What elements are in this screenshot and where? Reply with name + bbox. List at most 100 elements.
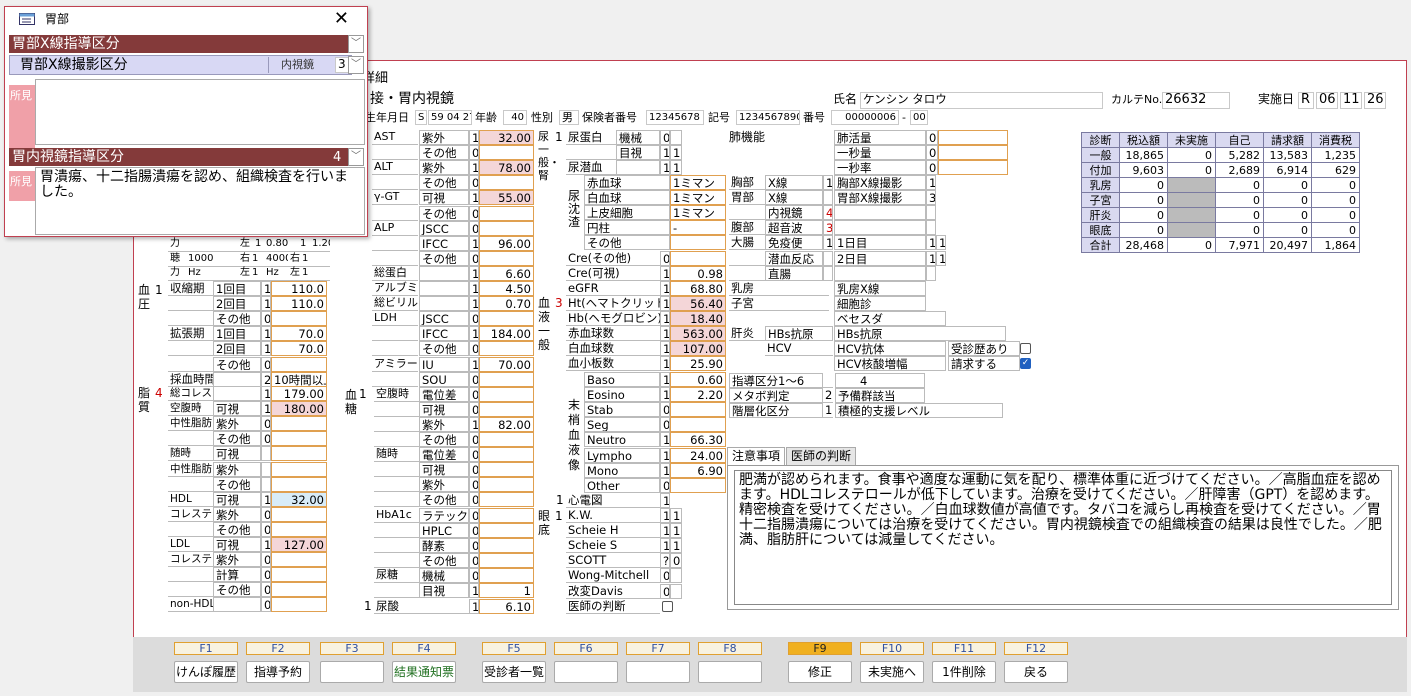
creatinine-flag[interactable]: 0 — [660, 251, 670, 266]
blood-flag-cell[interactable]: 1 — [660, 341, 670, 357]
bp-value[interactable] — [271, 311, 327, 327]
liver-value[interactable] — [479, 205, 534, 221]
exam-sub-flag[interactable] — [926, 265, 936, 281]
lung-value[interactable] — [938, 145, 1008, 161]
exam-flag[interactable] — [823, 250, 833, 266]
blood-diff-flag[interactable]: 0 — [660, 417, 670, 433]
age-field[interactable]: 40 — [503, 110, 527, 125]
liver-flag[interactable]: 1 — [469, 281, 479, 296]
liver-flag[interactable]: 0 — [469, 175, 479, 191]
close-icon[interactable]: ✕ — [334, 7, 349, 31]
sugar-flag-cell[interactable]: 0 — [469, 537, 479, 553]
chevron-down-icon[interactable]: ﹀ — [348, 56, 364, 74]
lipid-value[interactable] — [271, 446, 327, 462]
lipid-flag-cell[interactable]: 0 — [261, 552, 271, 568]
exam-flag[interactable]: 3 — [823, 220, 833, 236]
sugar-flag-cell[interactable]: 0 — [469, 401, 479, 417]
blood-diff-value[interactable]: 66.30 — [670, 432, 726, 448]
urine-flag-cell[interactable]: 1 — [660, 160, 670, 176]
creatinine-value[interactable]: 0.98 — [670, 266, 726, 282]
sediment-value[interactable]: 1ミマン — [670, 190, 726, 206]
liver-flag[interactable]: 1 — [469, 160, 479, 176]
blood-diff-flag[interactable]: 1 — [660, 387, 670, 403]
xray-type-value[interactable]: 内視鏡 — [268, 57, 332, 73]
sugar-value[interactable] — [479, 462, 534, 478]
bp-value[interactable]: 10時間以上 — [271, 371, 327, 387]
sediment-value[interactable]: - — [670, 220, 726, 236]
bp-flag-cell[interactable]: 1 — [261, 296, 271, 312]
bp-flag-cell[interactable]: 0 — [261, 311, 271, 327]
lipid-flag-cell[interactable]: 0 — [261, 521, 271, 537]
lipid-flag-cell[interactable] — [261, 446, 271, 462]
exam-sub-flag2[interactable]: 1 — [936, 235, 946, 251]
blood-flag-cell[interactable]: 1 — [660, 311, 670, 327]
liver-flag[interactable]: 0 — [469, 205, 479, 221]
blood-value[interactable]: 56.40 — [670, 296, 726, 311]
sugar-value[interactable] — [479, 386, 534, 402]
lipid-value[interactable]: 32.00 — [271, 491, 327, 507]
exam-flag[interactable]: 1 — [823, 175, 833, 190]
lipid-flag-cell[interactable]: 0 — [261, 431, 271, 447]
fkey-button[interactable]: けんぽ履歴 — [174, 661, 238, 683]
exam-flag[interactable] — [823, 190, 833, 206]
lipid-value[interactable] — [271, 582, 327, 598]
lipid-value[interactable] — [271, 597, 327, 613]
creatinine-value[interactable] — [670, 251, 726, 266]
lung-flag[interactable]: 0 — [926, 130, 938, 145]
lung-value[interactable] — [938, 130, 1008, 145]
sugar-value[interactable] — [479, 537, 534, 553]
eye-a[interactable]: 1 — [660, 508, 670, 523]
blood-diff-value[interactable]: 24.00 — [670, 447, 726, 463]
fkey-button[interactable]: 1件削除 — [932, 661, 996, 683]
lipid-flag-cell[interactable]: 1 — [261, 537, 271, 552]
liver-value[interactable]: 55.00 — [479, 190, 534, 206]
blood-flag-cell[interactable]: 1 — [660, 356, 670, 372]
sugar-flag-cell[interactable]: 0 — [469, 432, 479, 447]
blood-diff-value[interactable]: 2.20 — [670, 387, 726, 403]
fkey-button[interactable] — [698, 661, 762, 683]
liver-value[interactable]: 96.00 — [479, 235, 534, 251]
urine-flag-cell[interactable]: 0 — [660, 130, 670, 145]
sugar-flag-cell[interactable]: 0 — [469, 552, 479, 568]
lipid-flag-cell[interactable]: 1 — [261, 491, 271, 507]
name-field[interactable]: ケンシン タロウ — [860, 92, 1103, 109]
lipid-flag-cell[interactable]: 1 — [261, 386, 271, 401]
bp-value[interactable]: 110.0 — [271, 281, 327, 296]
blood-diff-value[interactable] — [670, 417, 726, 433]
guidance-value[interactable]: 4 — [835, 373, 925, 388]
sugar-flag-cell[interactable]: 1 — [469, 416, 479, 432]
sediment-value[interactable]: 1ミマン — [670, 205, 726, 221]
sugar-value[interactable] — [479, 477, 534, 493]
exam-sub-flag[interactable]: 1 — [926, 235, 936, 251]
liver-value[interactable]: 78.00 — [479, 160, 534, 176]
year-field[interactable]: 06 — [1316, 92, 1338, 109]
bp-value[interactable]: 70.0 — [271, 341, 327, 357]
guidance-value[interactable]: 予備群該当 — [835, 388, 925, 404]
lipid-flag-cell[interactable]: 0 — [261, 506, 271, 522]
blood-value[interactable]: 25.90 — [670, 356, 726, 372]
blood-diff-flag[interactable]: 1 — [660, 432, 670, 448]
liver-value[interactable] — [479, 220, 534, 236]
creatinine-flag[interactable]: 1 — [660, 281, 670, 297]
lipid-flag-cell[interactable]: 0 — [261, 582, 271, 598]
lipid-value[interactable]: 127.00 — [271, 537, 327, 552]
liver-flag[interactable]: 1 — [469, 356, 479, 372]
tab-doctor-judgment[interactable]: 医師の判断 — [786, 447, 857, 465]
liver-flag[interactable]: 0 — [469, 250, 479, 266]
liver-flag[interactable]: 0 — [469, 371, 479, 387]
sugar-flag-cell[interactable]: 1 — [469, 583, 479, 598]
bp-value[interactable]: 70.0 — [271, 326, 327, 342]
eye-b[interactable] — [670, 583, 682, 599]
karte-field[interactable]: 26632 — [1162, 92, 1230, 109]
lipid-value[interactable] — [271, 567, 327, 583]
bp-value[interactable]: 110.0 — [271, 296, 327, 312]
dob-field[interactable]: 59 04 27 — [428, 110, 472, 125]
liver-value[interactable]: 32.00 — [479, 130, 534, 145]
sugar-flag-cell[interactable]: 0 — [469, 492, 479, 508]
sugar-value[interactable] — [479, 507, 534, 523]
bp-flag-cell[interactable]: 1 — [261, 281, 271, 296]
request-checkbox[interactable]: ✓ — [1020, 358, 1031, 369]
lipid-flag-cell[interactable] — [261, 476, 271, 492]
bp-value[interactable] — [271, 356, 327, 372]
sugar-flag-cell[interactable]: 0 — [469, 386, 479, 402]
